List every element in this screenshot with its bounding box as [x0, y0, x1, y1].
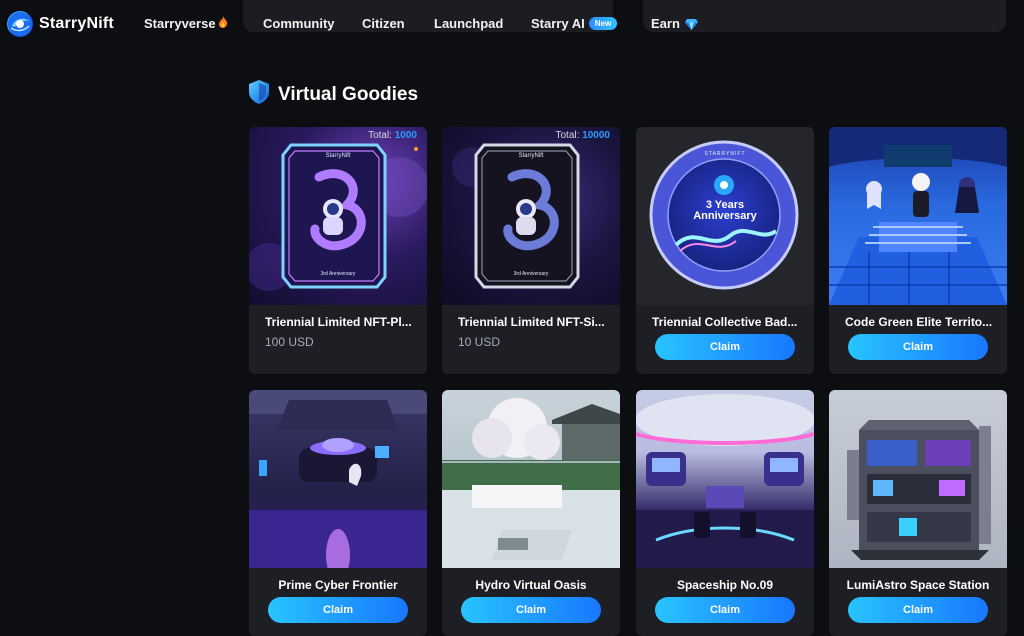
nav-item-label: Starry AI: [531, 16, 585, 31]
total-supply: Total: 10000: [556, 130, 611, 141]
badge-ring-text: STARRYNIFT: [704, 151, 746, 157]
logo[interactable]: StarryNift: [7, 11, 114, 37]
spaceship-bridge-art: [636, 394, 814, 568]
claim-button[interactable]: Claim: [848, 597, 988, 623]
card-art-caption: 3rd Anniversary: [320, 271, 356, 277]
top-navigation: StarryNift Starryverse Community Citizen…: [0, 0, 1024, 50]
card-price: 10 USD: [458, 335, 501, 349]
nav-item-label: Earn: [651, 16, 680, 31]
nav-item-starryverse[interactable]: Starryverse: [144, 16, 228, 31]
space-station-art: [847, 420, 991, 560]
badge-label: 3 Years Anniversary: [636, 200, 814, 222]
section-title: Virtual Goodies: [278, 83, 419, 105]
card-image: [249, 390, 427, 568]
nav-item-citizen[interactable]: Citizen: [362, 16, 405, 31]
garden-oasis-art: [442, 398, 620, 568]
diamond-icon: [684, 18, 698, 30]
total-label: Total:: [555, 130, 580, 141]
goodie-card[interactable]: Spaceship No.09 Claim: [636, 390, 814, 636]
goodie-card[interactable]: LumiAstro Space Station Claim: [829, 390, 1007, 636]
starrynift-logo-icon: [7, 11, 33, 37]
card-image: [829, 390, 1007, 568]
card-title: Prime Cyber Frontier: [278, 578, 398, 592]
card-art-brand: StarryNift: [325, 153, 351, 159]
total-supply: Total: 1000: [368, 130, 417, 141]
claim-button[interactable]: Claim: [655, 597, 795, 623]
card-art-brand: StarryNift: [518, 153, 544, 159]
fire-icon: [218, 16, 228, 31]
app-name: StarryNift: [39, 15, 114, 32]
card-image: StarryNift 3rd Anniversary Total: 10000: [442, 127, 620, 305]
goodie-card[interactable]: Code Green Elite Territo... Claim: [829, 127, 1007, 374]
claim-button[interactable]: Claim: [268, 597, 408, 623]
cyber-room-art: [249, 390, 427, 568]
nav-item-label: Launchpad: [434, 16, 504, 31]
nav-item-label: Starryverse: [144, 16, 216, 31]
card-image: [829, 127, 1007, 305]
card-image: 3 Years Anniversary STARRYNIFT: [636, 127, 814, 305]
claim-button[interactable]: Claim: [848, 334, 988, 360]
card-title: Triennial Collective Bad...: [652, 315, 798, 329]
card-title: Hydro Virtual Oasis: [475, 578, 587, 592]
nav-item-earn[interactable]: Earn: [651, 16, 698, 31]
card-art-caption: 3rd Anniversary: [513, 271, 549, 277]
goodie-card[interactable]: Prime Cyber Frontier Claim: [249, 390, 427, 636]
section-header: Virtual Goodies: [248, 80, 418, 109]
claim-button[interactable]: Claim: [655, 334, 795, 360]
card-title: Triennial Limited NFT-Pl...: [265, 315, 412, 329]
goodie-card[interactable]: StarryNift 3rd Anniversary Total: 10000 …: [442, 127, 620, 374]
card-image: [636, 390, 814, 568]
shield-icon: [248, 80, 270, 109]
nav-item-label: Community: [263, 16, 335, 31]
goodie-card[interactable]: 3 Years Anniversary STARRYNIFT Triennial…: [636, 127, 814, 374]
card-title: Spaceship No.09: [676, 578, 774, 592]
code-green-hall-art: [829, 127, 1007, 305]
card-title: Triennial Limited NFT-Si...: [458, 315, 605, 329]
total-value: 10000: [582, 130, 610, 141]
card-price: 100 USD: [265, 335, 314, 349]
card-title: Code Green Elite Territo...: [845, 315, 993, 329]
nav-item-community[interactable]: Community: [263, 16, 335, 31]
card-image: [442, 390, 620, 568]
badge-line-2: Anniversary: [693, 210, 757, 222]
goodie-card[interactable]: Hydro Virtual Oasis Claim: [442, 390, 620, 636]
new-badge: New: [588, 17, 618, 30]
total-value: 1000: [394, 130, 417, 141]
total-label: Total:: [368, 130, 392, 141]
card-image: StarryNift 3rd Anniversary Total: 1000: [249, 127, 427, 305]
nav-item-starry-ai[interactable]: Starry AI New: [531, 16, 618, 31]
nav-item-label: Citizen: [362, 16, 405, 31]
goodie-card[interactable]: StarryNift 3rd Anniversary Total: 1000 T…: [249, 127, 427, 374]
nav-item-launchpad[interactable]: Launchpad: [434, 16, 503, 31]
claim-button[interactable]: Claim: [461, 597, 601, 623]
card-title: LumiAstro Space Station: [846, 578, 990, 592]
